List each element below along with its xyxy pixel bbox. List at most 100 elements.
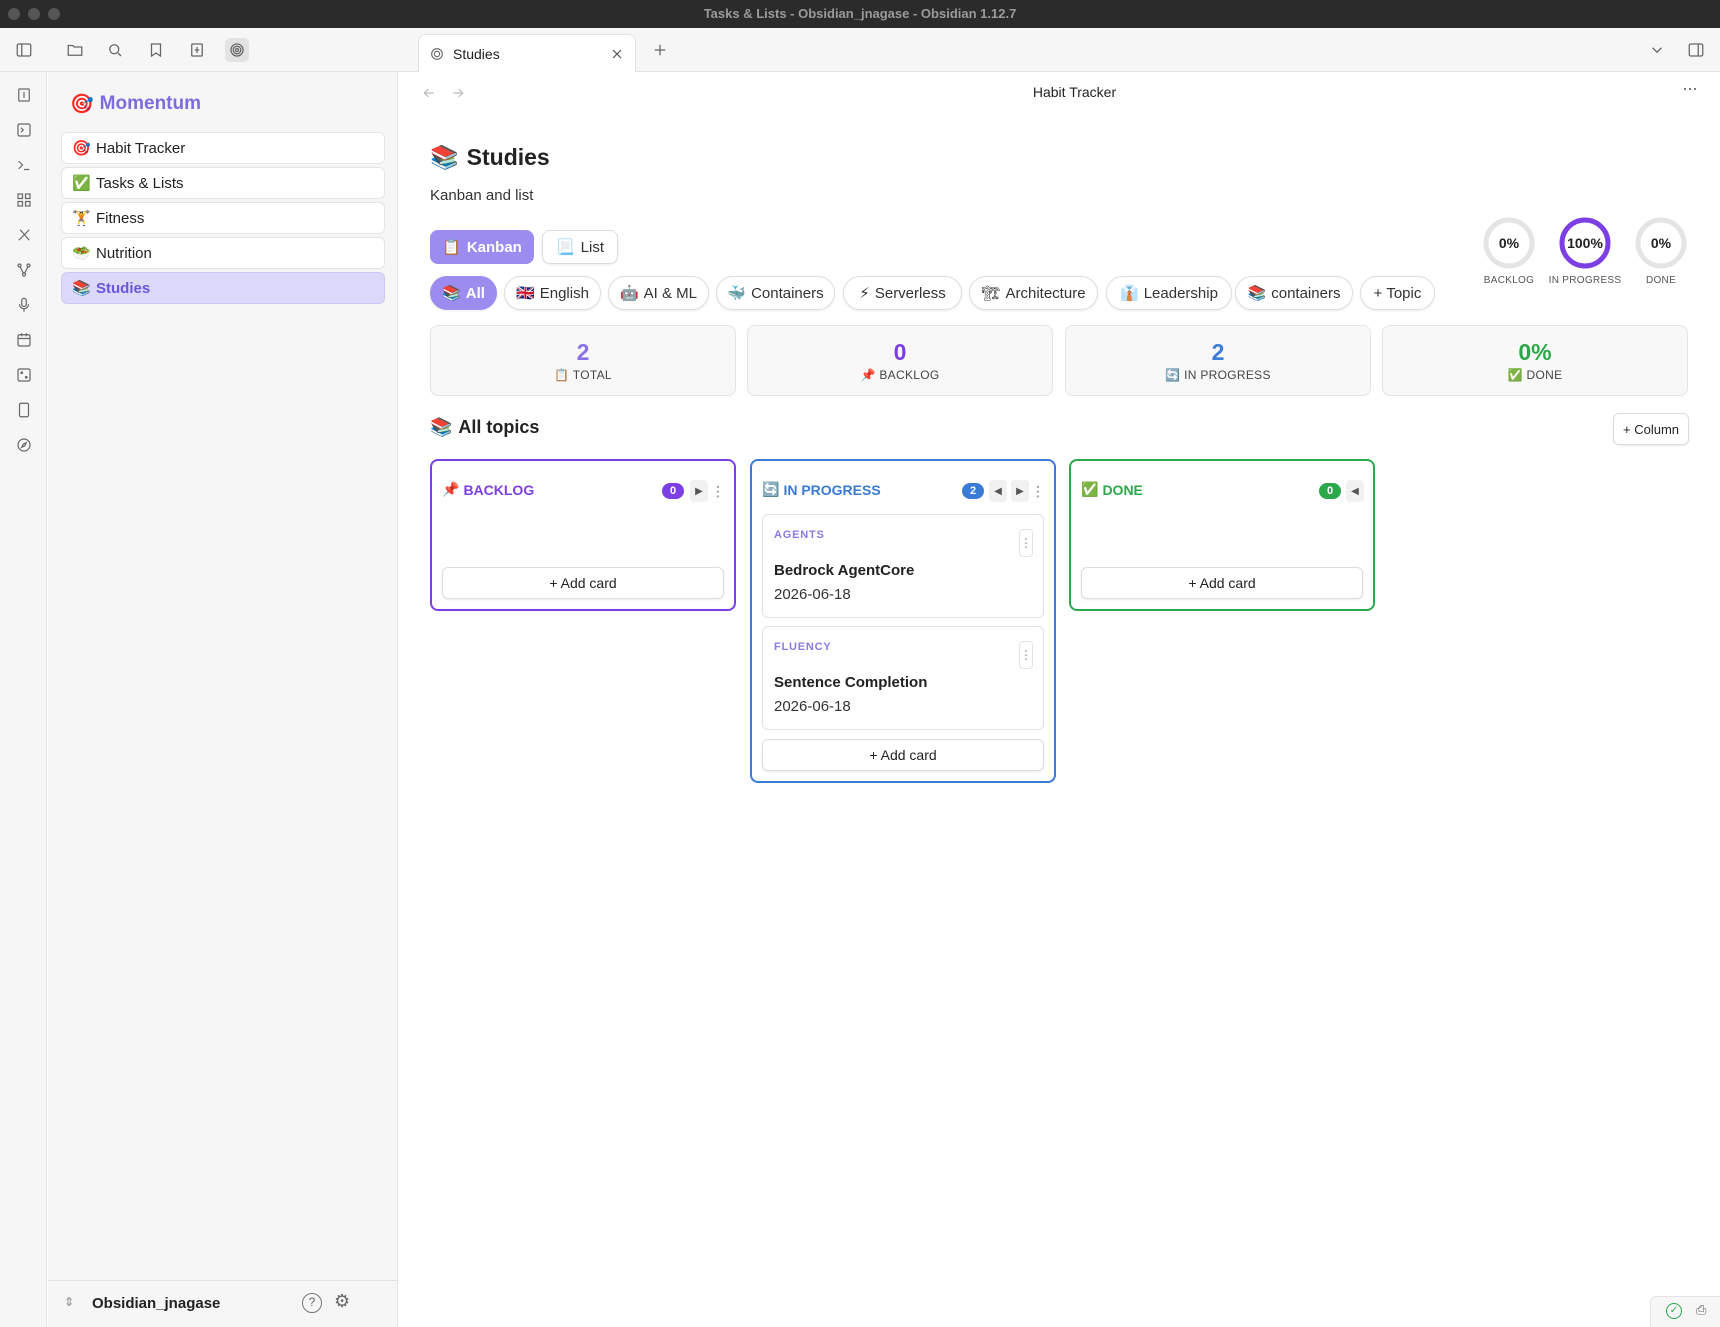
- add-card-button[interactable]: + Add card: [762, 739, 1044, 771]
- minimize-window-button[interactable]: [28, 8, 40, 20]
- sidebar-toggle-icon[interactable]: [12, 38, 36, 62]
- terminal-box-icon[interactable]: [12, 118, 36, 142]
- card-menu-icon[interactable]: ⋮: [1019, 641, 1033, 669]
- add-card-button[interactable]: + Add card: [442, 567, 724, 599]
- card-title: Sentence Completion: [774, 674, 928, 691]
- view-kanban-button[interactable]: 📋 Kanban: [430, 230, 534, 264]
- kanban-card[interactable]: FLUENCY ⋮ Sentence Completion 2026-06-18: [762, 626, 1044, 730]
- salad-emoji-icon: 🥗: [72, 245, 91, 262]
- ring-in-progress: 100%: [1558, 216, 1612, 270]
- search-icon[interactable]: [103, 38, 127, 62]
- stat-number: 2: [576, 339, 590, 365]
- sidebar-item-nutrition[interactable]: 🥗 Nutrition: [61, 237, 385, 269]
- move-right-button[interactable]: ▶: [690, 480, 708, 502]
- tab-studies[interactable]: Studies: [418, 34, 636, 72]
- topic-label: All: [465, 284, 485, 302]
- card-tag: FLUENCY: [774, 641, 832, 653]
- column-title-label: DONE: [1102, 481, 1143, 498]
- open-note-icon[interactable]: [12, 83, 36, 107]
- page-emoji-icon: 📃: [555, 239, 575, 256]
- calendar-icon[interactable]: [12, 328, 36, 352]
- main-pane: Habit Tracker ··· 📚 Studies Kanban and l…: [399, 72, 1720, 1327]
- sidebar-item-habit-tracker[interactable]: 🎯 Habit Tracker: [61, 132, 385, 164]
- stat-label: 📋 TOTAL: [431, 368, 735, 382]
- compass-icon[interactable]: [12, 433, 36, 457]
- help-icon[interactable]: ?: [302, 1293, 322, 1313]
- printer-icon[interactable]: ⎙: [1696, 1302, 1706, 1318]
- close-icon[interactable]: [609, 46, 625, 62]
- robot-emoji-icon: 🤖: [619, 285, 639, 302]
- card-tag: AGENTS: [774, 529, 825, 541]
- microphone-icon[interactable]: [12, 293, 36, 317]
- sidebar-item-label: Studies: [96, 279, 151, 297]
- gear-icon[interactable]: ⚙: [334, 1291, 350, 1312]
- close-window-button[interactable]: [8, 8, 20, 20]
- more-options-icon[interactable]: ···: [1682, 78, 1698, 99]
- topic-chip-architecture[interactable]: 🏗 Architecture: [969, 276, 1098, 310]
- ring-done: 0%: [1634, 216, 1688, 270]
- add-topic-button[interactable]: + Topic: [1360, 276, 1435, 310]
- topic-chip-leadership[interactable]: 👔 Leadership: [1106, 276, 1232, 310]
- ring-label: DONE: [1645, 275, 1677, 286]
- topic-chip-containers-lower[interactable]: 📚 containers: [1235, 276, 1353, 310]
- dice-icon[interactable]: [12, 363, 36, 387]
- whale-emoji-icon: 🐳: [727, 285, 747, 302]
- new-tab-icon[interactable]: [648, 38, 672, 62]
- topic-label: + Topic: [1373, 284, 1422, 302]
- sidebar-item-fitness[interactable]: 🏋 Fitness: [61, 202, 385, 234]
- view-header-title: Habit Tracker: [1032, 84, 1117, 100]
- pushpin-emoji-icon: 📌: [860, 368, 876, 382]
- add-column-button[interactable]: + Column: [1613, 413, 1689, 445]
- stat-in-progress: 2 🔄 IN PROGRESS: [1065, 325, 1371, 396]
- stat-label: 📌 BACKLOG: [748, 368, 1052, 382]
- sidebar-item-tasks-lists[interactable]: ✅ Tasks & Lists: [61, 167, 385, 199]
- view-list-button[interactable]: 📃 List: [542, 230, 618, 264]
- topic-label: containers: [1271, 284, 1341, 302]
- card-title: Bedrock AgentCore: [774, 562, 915, 579]
- move-left-button[interactable]: ◀: [989, 480, 1007, 502]
- grid-icon[interactable]: [12, 188, 36, 212]
- stat-label-text: DONE: [1526, 368, 1563, 382]
- topic-chip-containers[interactable]: 🐳 Containers: [716, 276, 835, 310]
- card-date: 2026-06-18: [774, 698, 851, 715]
- card-menu-icon[interactable]: ⋮: [1019, 529, 1033, 557]
- kanban-card[interactable]: AGENTS ⋮ Bedrock AgentCore 2026-06-18: [762, 514, 1044, 618]
- tools-icon[interactable]: [12, 223, 36, 247]
- topic-chip-serverless[interactable]: ⚡ Serverless: [843, 276, 962, 310]
- sync-status-icon[interactable]: ✓: [1666, 1303, 1682, 1319]
- move-left-button[interactable]: ◀: [1346, 480, 1364, 502]
- topic-chip-ai-ml[interactable]: 🤖 AI & ML: [608, 276, 709, 310]
- target-icon[interactable]: [225, 38, 249, 62]
- chevron-down-icon[interactable]: [1645, 38, 1669, 62]
- graph-icon[interactable]: [12, 258, 36, 282]
- ring-value: 100%: [1567, 235, 1603, 251]
- zoom-window-button[interactable]: [48, 8, 60, 20]
- folder-icon[interactable]: [63, 38, 87, 62]
- stat-total: 2 📋 TOTAL: [430, 325, 736, 396]
- weightlifter-emoji-icon: 🏋: [72, 210, 91, 227]
- target-emoji-icon: 🎯: [72, 140, 91, 157]
- topic-chip-all[interactable]: 📚 All: [430, 276, 497, 310]
- topic-chip-english[interactable]: 🇬🇧 English: [504, 276, 601, 310]
- vault-switch-icon[interactable]: ⇕: [64, 1295, 74, 1309]
- column-menu-icon[interactable]: ⋮: [1031, 480, 1045, 502]
- momentum-plugin-icon[interactable]: [185, 38, 209, 62]
- ring-value: 0%: [1498, 235, 1520, 251]
- sidebar-item-studies[interactable]: 📚 Studies: [61, 272, 385, 304]
- vault-footer: ⇕ Obsidian_jnagase ? ⚙: [48, 1280, 398, 1327]
- right-sidebar-toggle-icon[interactable]: [1684, 38, 1708, 62]
- topic-label: Leadership: [1143, 284, 1218, 302]
- clipboard-emoji-icon: 📋: [442, 239, 461, 256]
- books-emoji-icon: 📚: [1247, 285, 1267, 302]
- column-menu-icon[interactable]: ⋮: [711, 480, 725, 502]
- section-title-label: All topics: [458, 417, 540, 437]
- sidebar-title: 🎯 Momentum: [70, 92, 201, 116]
- column-count-badge: 2: [962, 483, 984, 499]
- add-card-button[interactable]: + Add card: [1081, 567, 1363, 599]
- command-icon[interactable]: [12, 153, 36, 177]
- bookmark-icon[interactable]: [144, 38, 168, 62]
- move-right-button[interactable]: ▶: [1011, 480, 1029, 502]
- stat-number: 0%: [1518, 339, 1552, 365]
- vault-name[interactable]: Obsidian_jnagase: [92, 1295, 220, 1312]
- page-icon[interactable]: [12, 398, 36, 422]
